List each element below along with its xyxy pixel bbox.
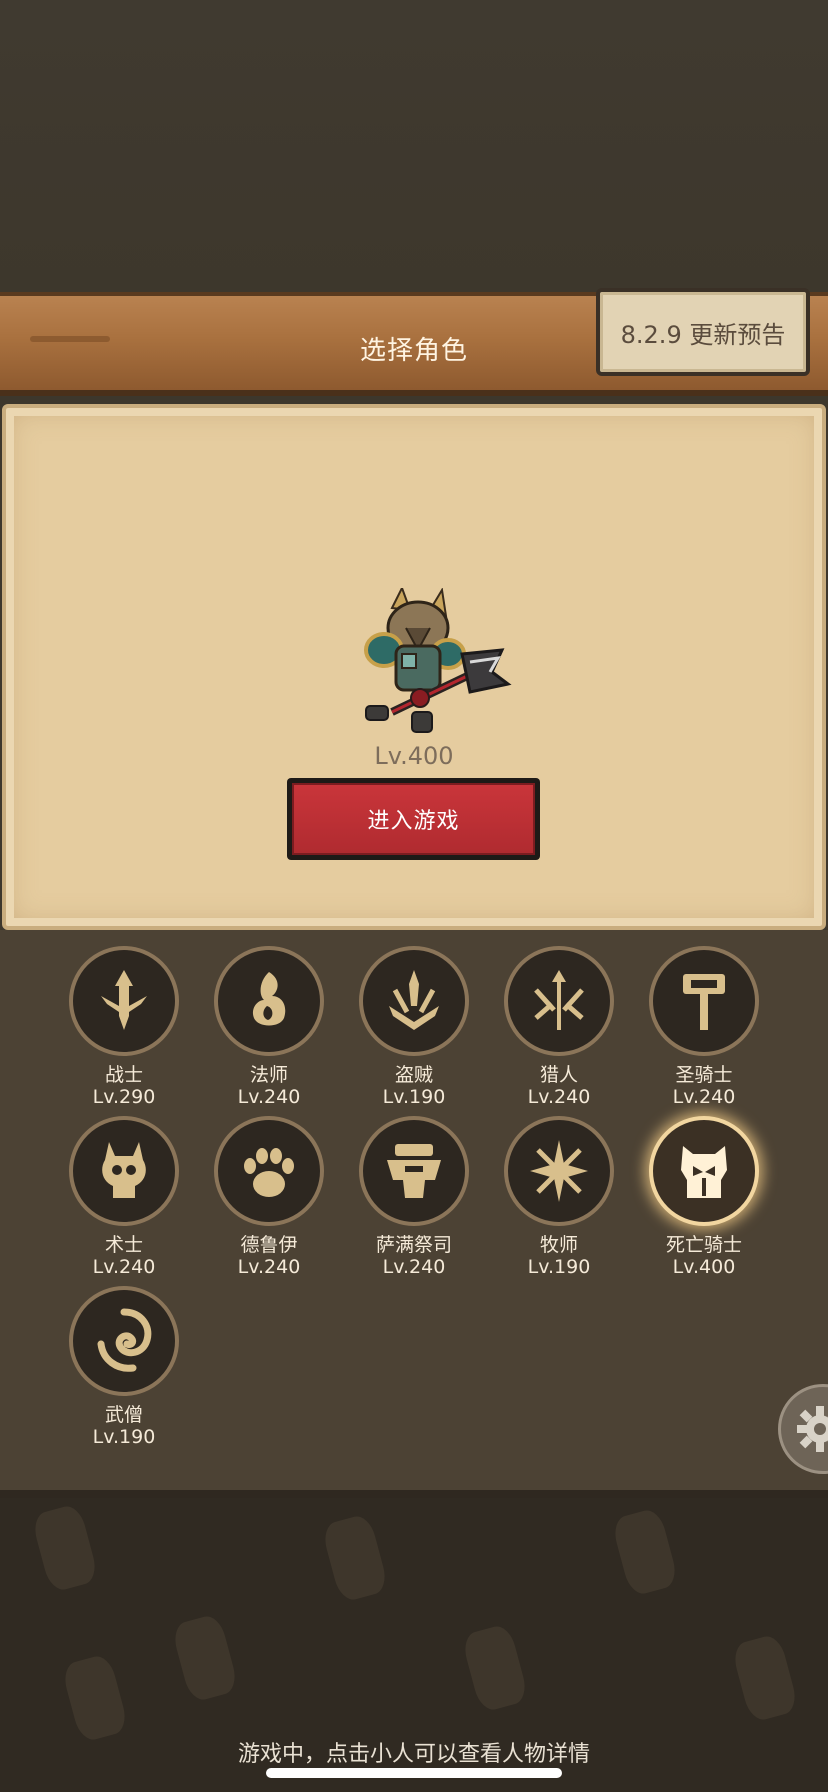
shaman-totem-icon bbox=[359, 1116, 469, 1226]
hero-sprite[interactable] bbox=[352, 588, 512, 738]
class-name: 法师 bbox=[249, 1064, 288, 1086]
class-item-rogue[interactable]: 盗贼 Lv.190 bbox=[344, 946, 484, 1108]
background-rune bbox=[60, 1652, 130, 1744]
monk-swirl-icon bbox=[69, 1286, 179, 1396]
warrior-sword-icon bbox=[69, 946, 179, 1056]
top-background bbox=[0, 0, 828, 292]
death-knight-helm-icon bbox=[649, 1116, 759, 1226]
class-item-death-knight[interactable]: 死亡骑士 Lv.400 bbox=[634, 1116, 774, 1278]
class-level: Lv.240 bbox=[237, 1256, 301, 1278]
class-item-warlock[interactable]: 术士 Lv.240 bbox=[54, 1116, 194, 1278]
class-item-monk[interactable]: 武僧 Lv.190 bbox=[54, 1286, 194, 1448]
class-item-druid[interactable]: 德鲁伊 Lv.240 bbox=[199, 1116, 339, 1278]
character-select-screen: 选择角色 8.2.9 更新预告 Lv.400 进入游戏 战士 Lv.290 法师… bbox=[0, 0, 828, 1792]
warlock-skull-icon bbox=[69, 1116, 179, 1226]
class-level: Lv.240 bbox=[382, 1256, 446, 1278]
class-item-paladin[interactable]: 圣骑士 Lv.240 bbox=[634, 946, 774, 1108]
background-rune bbox=[170, 1612, 240, 1704]
class-name: 萨满祭司 bbox=[375, 1234, 452, 1256]
class-level: Lv.240 bbox=[92, 1256, 156, 1278]
class-level: Lv.190 bbox=[527, 1256, 591, 1278]
background-rune bbox=[730, 1632, 800, 1724]
gear-icon bbox=[797, 1406, 828, 1452]
class-name: 战士 bbox=[104, 1064, 143, 1086]
class-item-mage[interactable]: 法师 Lv.240 bbox=[199, 946, 339, 1108]
class-name: 牧师 bbox=[539, 1234, 578, 1256]
class-name: 猎人 bbox=[539, 1064, 578, 1086]
class-level: Lv.400 bbox=[672, 1256, 736, 1278]
priest-star-icon bbox=[504, 1116, 614, 1226]
class-level: Lv.190 bbox=[382, 1086, 446, 1108]
class-level: Lv.290 bbox=[92, 1086, 156, 1108]
background-rune bbox=[30, 1502, 100, 1594]
class-name: 德鲁伊 bbox=[240, 1234, 298, 1256]
class-level: Lv.240 bbox=[672, 1086, 736, 1108]
hero-level: Lv.400 bbox=[374, 742, 454, 770]
class-item-hunter[interactable]: 猎人 Lv.240 bbox=[489, 946, 629, 1108]
class-name: 盗贼 bbox=[394, 1064, 433, 1086]
rogue-daggers-icon bbox=[359, 946, 469, 1056]
class-name: 圣骑士 bbox=[675, 1064, 733, 1086]
class-name: 武僧 bbox=[104, 1404, 143, 1426]
class-level: Lv.240 bbox=[237, 1086, 301, 1108]
mage-flame-icon bbox=[214, 946, 324, 1056]
class-item-warrior[interactable]: 战士 Lv.290 bbox=[54, 946, 194, 1108]
paladin-hammer-icon bbox=[649, 946, 759, 1056]
hint-text: 游戏中，点击小人可以查看人物详情 bbox=[237, 1742, 590, 1767]
background-rune bbox=[320, 1512, 390, 1604]
class-item-priest[interactable]: 牧师 Lv.190 bbox=[489, 1116, 629, 1278]
update-preview-button[interactable]: 8.2.9 更新预告 bbox=[596, 288, 810, 376]
class-level: Lv.240 bbox=[527, 1086, 591, 1108]
druid-paw-icon bbox=[214, 1116, 324, 1226]
class-level: Lv.190 bbox=[92, 1426, 156, 1448]
background-rune bbox=[610, 1506, 680, 1598]
enter-game-label: 进入游戏 bbox=[292, 783, 535, 855]
background-rune bbox=[460, 1622, 530, 1714]
home-indicator[interactable] bbox=[266, 1768, 562, 1778]
class-name: 死亡骑士 bbox=[665, 1234, 742, 1256]
enter-game-button[interactable]: 进入游戏 bbox=[287, 778, 540, 860]
hunter-arrows-icon bbox=[504, 946, 614, 1056]
class-name: 术士 bbox=[104, 1234, 143, 1256]
class-item-shaman[interactable]: 萨满祭司 Lv.240 bbox=[344, 1116, 484, 1278]
